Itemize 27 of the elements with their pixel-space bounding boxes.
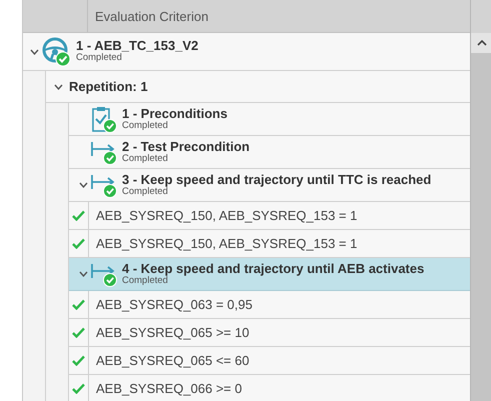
- caret-icon[interactable]: [79, 271, 88, 277]
- status-text: Completed: [122, 154, 169, 164]
- step-title: 2 - Test Precondition: [122, 140, 250, 154]
- criterion-text: AEB_SYSREQ_150, AEB_SYSREQ_153 = 1: [95, 208, 358, 223]
- step-title: 4 - Keep speed and trajectory until AEB activates: [122, 262, 424, 276]
- repetition-label: Repetition: 1: [69, 79, 148, 94]
- step-title: 1 - Preconditions: [122, 106, 228, 121]
- steering-wheel-icon: [42, 36, 72, 66]
- scrollbar[interactable]: [470, 0, 491, 401]
- caret-icon[interactable]: [30, 48, 39, 54]
- criterion-text: AEB_SYSREQ_065 >= 10: [95, 325, 250, 340]
- status-text: Completed: [122, 186, 168, 198]
- clipboard-check-icon: [90, 105, 118, 133]
- caret-icon[interactable]: [79, 182, 88, 188]
- test-case-title: 1 - AEB_TC_153_V2: [76, 39, 198, 54]
- criterion-text: AEB_SYSREQ_065 <= 60: [95, 353, 250, 368]
- caret-icon[interactable]: [54, 84, 63, 90]
- criterion-text: AEB_SYSREQ_150, AEB_SYSREQ_153 = 1: [95, 236, 358, 251]
- status-text: Completed: [122, 120, 169, 132]
- criterion-text: AEB_SYSREQ_066 >= 0: [95, 381, 242, 396]
- status-text: Completed: [122, 276, 168, 286]
- criterion-text: AEB_SYSREQ_063 = 0,95: [95, 297, 252, 312]
- scroll-up-icon[interactable]: [477, 40, 487, 46]
- column-title[interactable]: Evaluation Criterion: [88, 0, 208, 32]
- step-title: 3 - Keep speed and trajectory until TTC is reached: [122, 172, 432, 187]
- step-row[interactable]: 4 - Keep speed and trajectory until AEB activates Completed: [69, 258, 470, 291]
- status-text: Completed: [76, 53, 123, 64]
